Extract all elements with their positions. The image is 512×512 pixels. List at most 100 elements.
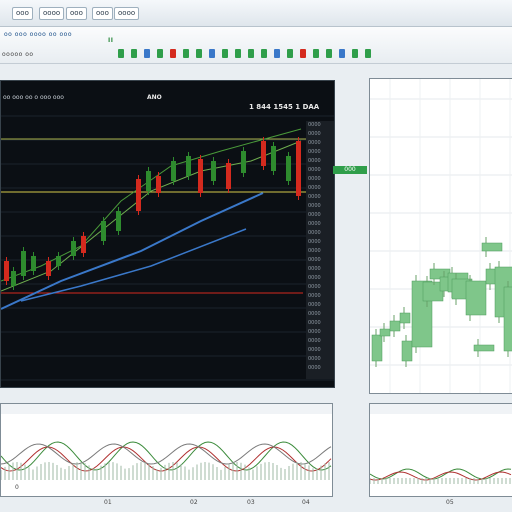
main-chart-panel[interactable]: oo ooo oo o ooo ooo ANO 1 844 1545 1 DAA… <box>0 80 335 388</box>
candle <box>211 161 216 181</box>
axis-tick-label: 01 <box>104 499 112 506</box>
toolbar-indicator: II <box>108 37 114 44</box>
candle <box>186 156 191 176</box>
toolbar-button[interactable] <box>222 49 228 58</box>
toolbar-text: ooooo oo <box>2 51 34 58</box>
axis-tick-label: 03 <box>247 499 255 506</box>
trend-line <box>1 192 264 310</box>
price-tick-label: 0000 <box>308 320 321 326</box>
toolbar-button[interactable] <box>313 49 319 58</box>
bottom-left-canvas <box>1 404 332 480</box>
candle <box>241 151 246 173</box>
price-tick-label: 0000 <box>308 158 321 164</box>
candle <box>379 328 391 337</box>
indicator-line <box>1 441 332 471</box>
candle <box>226 163 231 189</box>
price-tick-label: 0000 <box>308 149 321 155</box>
toolbar-button[interactable] <box>248 49 254 58</box>
candle <box>389 320 401 332</box>
candle <box>296 141 301 196</box>
toolbar-title: oo ooo oooo oo ooo <box>4 31 73 38</box>
price-tick-label: 0000 <box>308 293 321 299</box>
right-chart-canvas <box>370 79 512 393</box>
toolbar-button[interactable] <box>261 49 267 58</box>
candle <box>4 261 9 281</box>
candle <box>198 159 203 193</box>
candle <box>271 146 276 171</box>
candle <box>481 242 503 252</box>
panel-header <box>370 404 512 414</box>
candle <box>261 141 266 166</box>
price-tick-label: 0000 <box>308 122 321 128</box>
price-tick-label: 0000 <box>308 302 321 308</box>
candle <box>56 256 61 266</box>
candle <box>101 221 106 241</box>
candle <box>81 236 86 253</box>
price-tick-label: 0000 <box>308 356 321 362</box>
menu-tab[interactable]: ooo <box>92 7 113 20</box>
price-tick-label: 0000 <box>308 284 321 290</box>
toolbar-button[interactable] <box>235 49 241 58</box>
bottom-right-panel[interactable] <box>369 403 512 497</box>
candle <box>465 280 487 316</box>
toolbar-button[interactable] <box>118 49 124 58</box>
candle <box>21 251 26 276</box>
candle <box>371 334 383 362</box>
candle <box>31 256 36 271</box>
price-tick-label: 0000 <box>308 185 321 191</box>
price-tick-label: 0000 <box>308 194 321 200</box>
toolbar: oo ooo oooo oo ooo ooooo oo II <box>0 27 512 64</box>
bottom-right-canvas <box>370 404 512 484</box>
panel-header <box>1 404 332 414</box>
menu-tab[interactable]: ooo <box>66 7 87 20</box>
price-tick-label: 0000 <box>308 275 321 281</box>
toolbar-button[interactable] <box>365 49 371 58</box>
price-tick-label: 0000 <box>308 347 321 353</box>
candle <box>399 312 411 324</box>
top-menubar: ooo oooo ooo ooo oooo <box>0 0 512 27</box>
candle <box>401 340 413 362</box>
indicator-line <box>1 446 332 472</box>
price-tick-label: 0000 <box>308 239 321 245</box>
candle <box>503 286 512 352</box>
price-tick-label: 0000 <box>308 329 321 335</box>
main-chart-canvas: 0000 0000 0000 0000 0000 0000 0000 0000 0000 0000… <box>1 115 334 381</box>
price-tick-label: 0000 <box>308 203 321 209</box>
toolbar-button[interactable] <box>287 49 293 58</box>
menu-tab[interactable]: ooo <box>12 7 33 20</box>
price-tick-label: 0000 <box>308 248 321 254</box>
toolbar-button[interactable] <box>196 49 202 58</box>
candle <box>11 271 16 286</box>
candle <box>46 261 51 276</box>
toolbar-button[interactable] <box>183 49 189 58</box>
candle <box>473 344 495 352</box>
bottom-axis: 01 02 03 04 05 <box>0 497 512 512</box>
toolbar-button[interactable] <box>157 49 163 58</box>
menu-tab[interactable]: oooo <box>114 7 140 20</box>
price-tick-label: 0000 <box>308 140 321 146</box>
candle <box>286 156 291 181</box>
toolbar-button[interactable] <box>352 49 358 58</box>
toolbar-button[interactable] <box>170 49 176 58</box>
price-tick-label: 0000 <box>308 221 321 227</box>
price-tick-label: 0000 <box>308 338 321 344</box>
toolbar-button[interactable] <box>209 49 215 58</box>
toolbar-button[interactable] <box>339 49 345 58</box>
bottom-left-panel[interactable]: 0 <box>0 403 333 497</box>
price-tag: 000 <box>333 166 367 174</box>
price-tick-label: 0000 <box>308 176 321 182</box>
price-tick-label: 0000 <box>308 266 321 272</box>
right-chart-panel[interactable] <box>369 78 512 394</box>
toolbar-button[interactable] <box>144 49 150 58</box>
candle <box>116 211 121 231</box>
toolbar-button[interactable] <box>326 49 332 58</box>
toolbar-button[interactable] <box>300 49 306 58</box>
candle <box>136 179 141 211</box>
price-tick-label: 0000 <box>308 167 321 173</box>
toolbar-button[interactable] <box>274 49 280 58</box>
toolbar-button[interactable] <box>131 49 137 58</box>
menu-tab[interactable]: oooo <box>39 7 65 20</box>
candle <box>71 241 76 256</box>
price-tick-label: 0000 <box>308 311 321 317</box>
channel-line <box>1 128 302 282</box>
